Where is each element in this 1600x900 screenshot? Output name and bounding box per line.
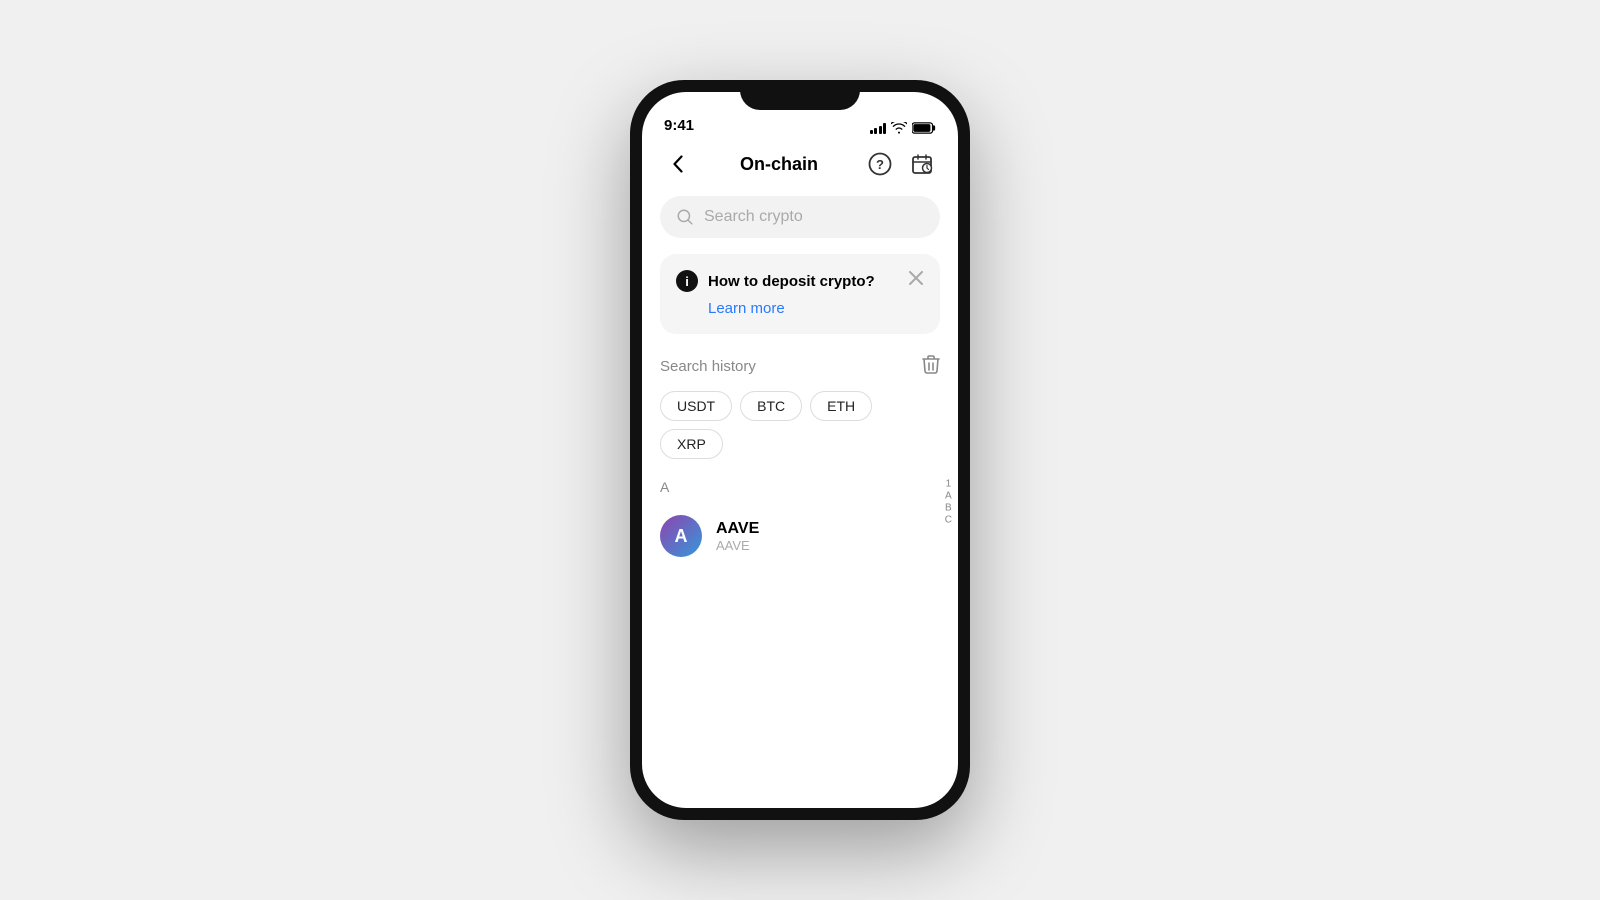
phone-frame: 9:41	[630, 80, 970, 820]
learn-more-link[interactable]: Learn more	[708, 300, 785, 317]
alpha-1[interactable]: 1	[945, 479, 952, 490]
chip-usdt[interactable]: USDT	[660, 391, 732, 421]
status-time: 9:41	[664, 117, 694, 134]
coin-symbol-aave: AAVE	[716, 538, 759, 553]
schedule-button[interactable]	[906, 148, 938, 180]
content-area: Search crypto i How to deposit crypto? L…	[642, 196, 958, 808]
search-history-label: Search history	[660, 358, 756, 375]
wifi-icon	[891, 122, 907, 134]
alphabet-sidebar: 1 A B C	[945, 479, 952, 526]
header-actions: ?	[864, 148, 938, 180]
history-chips: USDT BTC ETH XRP	[660, 391, 940, 459]
chip-xrp[interactable]: XRP	[660, 429, 723, 459]
search-icon	[676, 208, 694, 226]
signal-icon	[870, 122, 887, 134]
info-card: i How to deposit crypto? Learn more	[660, 254, 940, 334]
info-card-header: i How to deposit crypto?	[676, 270, 924, 292]
info-card-title: How to deposit crypto?	[708, 273, 875, 290]
coin-name-aave: AAVE	[716, 520, 759, 538]
coin-item-aave[interactable]: A AAVE AAVE	[660, 507, 940, 565]
coin-icon-aave: A	[660, 515, 702, 557]
notch	[740, 80, 860, 110]
battery-icon	[912, 122, 936, 134]
alpha-b[interactable]: B	[945, 503, 952, 514]
status-icons	[870, 122, 937, 134]
header: On-chain ?	[642, 140, 958, 196]
help-button[interactable]: ?	[864, 148, 896, 180]
info-card-close-button[interactable]	[906, 268, 926, 288]
search-history-header: Search history	[660, 354, 940, 379]
alpha-c[interactable]: C	[945, 515, 952, 526]
alphabet-section-a: A	[660, 479, 940, 495]
phone-screen: 9:41	[642, 92, 958, 808]
coin-info-aave: AAVE AAVE	[716, 520, 759, 553]
chip-eth[interactable]: ETH	[810, 391, 872, 421]
chip-btc[interactable]: BTC	[740, 391, 802, 421]
page-title: On-chain	[740, 154, 818, 175]
alpha-a[interactable]: A	[945, 491, 952, 502]
clear-history-button[interactable]	[922, 354, 940, 379]
search-bar[interactable]: Search crypto	[660, 196, 940, 238]
info-icon: i	[676, 270, 698, 292]
svg-text:?: ?	[876, 157, 884, 172]
search-placeholder: Search crypto	[704, 208, 803, 226]
back-button[interactable]	[662, 148, 694, 180]
coin-icon-letter: A	[675, 526, 688, 547]
